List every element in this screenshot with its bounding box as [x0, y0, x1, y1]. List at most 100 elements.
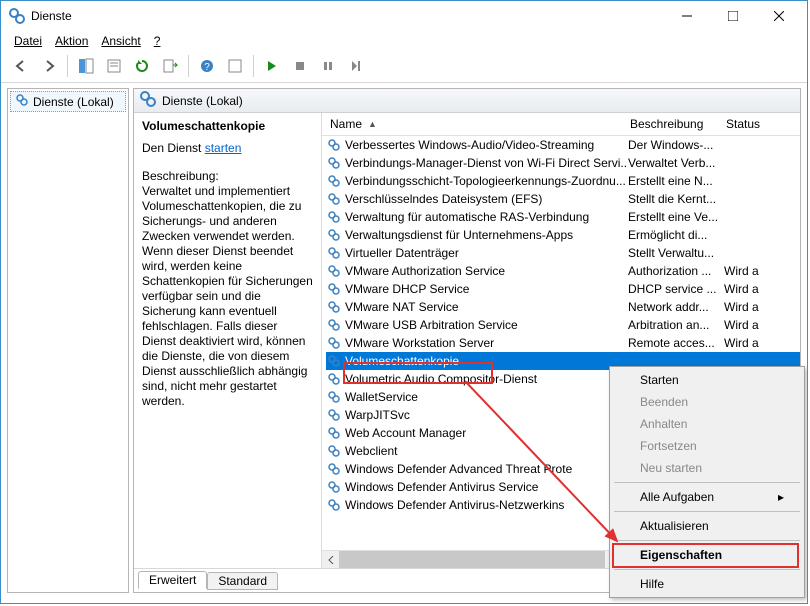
ctx-restart: Neu starten	[612, 457, 802, 479]
ctx-start[interactable]: Starten	[612, 369, 802, 391]
service-name-cell: VMware DHCP Service	[345, 282, 469, 296]
description-label: Beschreibung:	[142, 169, 313, 183]
service-row[interactable]: VMware NAT Service Network addr...Wird a	[326, 298, 800, 316]
services-app-icon	[9, 8, 25, 24]
service-desc-cell: Der Windows-...	[628, 138, 724, 152]
service-row[interactable]: Verwaltung für automatische RAS-Verbindu…	[326, 208, 800, 226]
maximize-button[interactable]	[710, 1, 756, 31]
column-name[interactable]: Name▲	[330, 117, 630, 131]
service-row[interactable]: VMware USB Arbitration ServiceArbitratio…	[326, 316, 800, 334]
service-desc-cell: Authorization ...	[628, 264, 724, 278]
menu-view[interactable]: Ansicht	[96, 33, 145, 49]
properties-toolbar-button[interactable]	[102, 54, 126, 78]
service-name-cell: Webclient	[345, 444, 397, 458]
service-name-cell: Volumetric Audio Compositor-Dienst	[345, 372, 537, 386]
ctx-properties[interactable]: Eigenschaften	[612, 544, 802, 566]
refresh-toolbar-button[interactable]	[130, 54, 154, 78]
service-desc-cell: Ermöglicht di...	[628, 228, 724, 242]
service-name-cell: Virtueller Datenträger	[345, 246, 459, 260]
main-header-label: Dienste (Lokal)	[162, 94, 243, 108]
service-name-cell: Windows Defender Antivirus Service	[345, 480, 538, 494]
service-name-cell: WarpJITSvc	[345, 408, 410, 422]
service-desc-cell: Erstellt eine Ve...	[628, 210, 724, 224]
minimize-button[interactable]	[664, 1, 710, 31]
service-gear-icon	[326, 227, 342, 243]
service-gear-icon	[326, 209, 342, 225]
help-toolbar-button[interactable]: ?	[195, 54, 219, 78]
pause-service-button[interactable]	[316, 54, 340, 78]
service-desc-cell: Stellt Verwaltu...	[628, 246, 724, 260]
ctx-resume: Fortsetzen	[612, 435, 802, 457]
service-row[interactable]: Verbindungsschicht-Topologieerkennungs-Z…	[326, 172, 800, 190]
start-service-button[interactable]	[260, 54, 284, 78]
service-gear-icon	[326, 425, 342, 441]
export-list-button[interactable]	[158, 54, 182, 78]
sort-asc-icon: ▲	[368, 119, 377, 129]
service-name-cell: Verbindungsschicht-Topologieerkennungs-Z…	[345, 174, 626, 188]
service-gear-icon	[326, 263, 342, 279]
service-row[interactable]: Verschlüsselndes Dateisystem (EFS)Stellt…	[326, 190, 800, 208]
ctx-properties-label: Eigenschaften	[640, 548, 722, 562]
service-desc-cell: Verwaltet Verb...	[628, 156, 724, 170]
restart-service-button[interactable]	[344, 54, 368, 78]
titlebar: Dienste	[1, 1, 807, 31]
service-name-cell: VMware NAT Service	[345, 300, 459, 314]
service-status-cell: Wird a	[724, 318, 784, 332]
close-button[interactable]	[756, 1, 802, 31]
menu-action[interactable]: Aktion	[50, 33, 93, 49]
service-row[interactable]: Verbessertes Windows-Audio/Video-Streami…	[326, 136, 800, 154]
about-toolbar-button[interactable]	[223, 54, 247, 78]
main-header: Dienste (Lokal)	[134, 89, 800, 113]
service-desc-cell: Arbitration an...	[628, 318, 724, 332]
service-name-cell: Volumeschattenkopie	[345, 354, 459, 368]
service-gear-icon	[326, 497, 342, 513]
tree-root-services-local[interactable]: Dienste (Lokal)	[10, 91, 126, 112]
service-row[interactable]: Virtueller Datenträger Stellt Verwaltu...	[326, 244, 800, 262]
tab-standard[interactable]: Standard	[207, 572, 278, 590]
service-name-cell: Verbindungs-Manager-Dienst von Wi-Fi Dir…	[345, 156, 628, 170]
stop-service-button[interactable]	[288, 54, 312, 78]
scroll-left-button[interactable]	[322, 551, 339, 568]
service-gear-icon	[326, 371, 342, 387]
service-name-cell: Windows Defender Antivirus-Netzwerkins	[345, 498, 564, 512]
column-description[interactable]: Beschreibung	[630, 117, 726, 131]
service-desc-cell: DHCP service ...	[628, 282, 724, 296]
menu-file[interactable]: Datei	[9, 33, 47, 49]
service-desc-cell: Network addr...	[628, 300, 724, 314]
service-gear-icon	[326, 281, 342, 297]
service-desc-cell: Erstellt eine N...	[628, 174, 724, 188]
scrollbar-thumb[interactable]	[339, 551, 605, 568]
ctx-refresh[interactable]: Aktualisieren	[612, 515, 802, 537]
ctx-all-tasks[interactable]: Alle Aufgaben ▸	[612, 486, 802, 508]
service-gear-icon	[326, 353, 342, 369]
service-status-cell: Wird a	[724, 300, 784, 314]
submenu-arrow-icon: ▸	[778, 490, 784, 504]
service-status-cell: Wird a	[724, 282, 784, 296]
nav-back-button[interactable]	[9, 54, 33, 78]
service-gear-icon	[326, 191, 342, 207]
services-icon	[140, 91, 156, 110]
scope-tree: Dienste (Lokal)	[7, 88, 129, 593]
column-status[interactable]: Status	[726, 117, 786, 131]
service-gear-icon	[326, 245, 342, 261]
start-service-link[interactable]: starten	[205, 141, 242, 155]
info-panel: Volumeschattenkopie Den Dienst starten B…	[134, 113, 322, 568]
nav-forward-button[interactable]	[37, 54, 61, 78]
service-desc-cell: Stellt die Kernt...	[628, 192, 724, 206]
service-row[interactable]: VMware DHCP Service DHCP service ...Wird …	[326, 280, 800, 298]
ctx-help[interactable]: Hilfe	[612, 573, 802, 595]
menu-help[interactable]: ?	[149, 33, 166, 49]
service-name-cell: VMware Authorization Service	[345, 264, 505, 278]
service-gear-icon	[326, 461, 342, 477]
service-name-cell: WalletService	[345, 390, 418, 404]
service-row[interactable]: VMware Authorization Service Authorizatio…	[326, 262, 800, 280]
service-row[interactable]: VMware Workstation ServerRemote acces...…	[326, 334, 800, 352]
service-row[interactable]: Verwaltungsdienst für Unternehmens-AppsE…	[326, 226, 800, 244]
services-window: Dienste Datei Aktion Ansicht ? ?	[0, 0, 808, 604]
svg-text:?: ?	[204, 62, 210, 73]
tab-extended[interactable]: Erweitert	[138, 571, 207, 589]
service-row[interactable]: Verbindungs-Manager-Dienst von Wi-Fi Dir…	[326, 154, 800, 172]
service-gear-icon	[326, 137, 342, 153]
service-gear-icon	[326, 317, 342, 333]
show-hide-tree-button[interactable]	[74, 54, 98, 78]
